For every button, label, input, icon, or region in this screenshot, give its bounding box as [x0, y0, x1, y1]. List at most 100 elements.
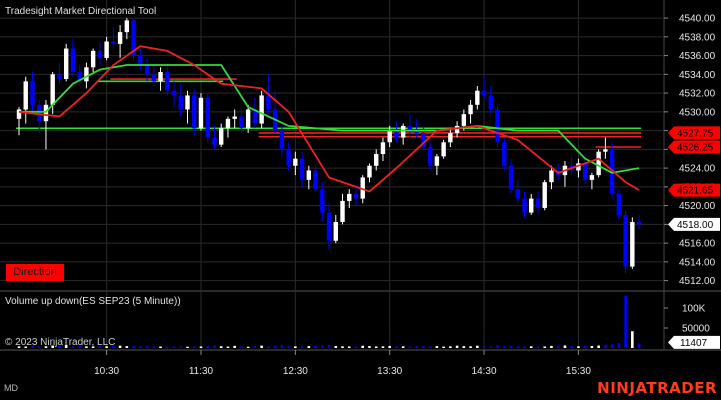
volume-bar [590, 346, 594, 348]
volume-bar [637, 343, 641, 348]
candle-body [630, 222, 635, 267]
volume-bar [597, 345, 600, 348]
x-tick-label: 10:30 [94, 366, 119, 377]
volume-bar [145, 345, 149, 348]
candle-body [340, 200, 345, 223]
corner-label: MD [4, 383, 18, 393]
copyright-text: © 2023 NinjaTrader, LLC [5, 337, 115, 348]
volume-bar [516, 346, 520, 348]
volume-bar [624, 295, 627, 348]
candle-body [427, 147, 433, 166]
y-tick-label: 4540.00 [679, 14, 716, 25]
candle-body [347, 193, 352, 201]
x-tick-label: 14:30 [472, 366, 497, 377]
volume-bar [300, 346, 304, 348]
candle-body [144, 64, 150, 75]
y-tick-label: 4516.00 [679, 239, 716, 250]
direction-button[interactable]: Direction [6, 264, 64, 281]
volume-bar [442, 346, 445, 348]
volume-bar [604, 344, 607, 348]
volume-bar [381, 346, 385, 348]
candle-body [542, 182, 547, 208]
volume-bar [523, 346, 526, 348]
volume-bar [374, 346, 378, 348]
y-tick-label: 4520.00 [679, 201, 716, 212]
candle-body [434, 156, 440, 166]
candle-body [326, 212, 332, 241]
candle-body [171, 90, 177, 96]
y-tick-label: 4530.00 [679, 107, 716, 118]
volume-bar [422, 346, 425, 348]
candle-body [23, 81, 28, 110]
candle-body [502, 142, 507, 166]
volume-tick-label: 100K [682, 304, 706, 315]
candle-body [387, 130, 392, 143]
volume-bar [334, 345, 338, 348]
volume-bar [152, 346, 156, 348]
volume-bar [314, 345, 317, 348]
level-lines [16, 78, 642, 148]
volume-bar [455, 345, 459, 348]
candle-body [37, 104, 42, 122]
volume-bar [476, 345, 479, 348]
candle-body [508, 165, 514, 190]
candle-body [232, 116, 237, 119]
candle-body [178, 95, 183, 110]
candle-body [57, 74, 62, 80]
volume-bar [219, 346, 223, 348]
candle-body [394, 130, 399, 138]
volume-bar [321, 345, 324, 348]
volume-bar [354, 346, 358, 348]
price-tag-label: 4527.75 [677, 128, 714, 139]
price-tag-label: 4526.25 [677, 143, 714, 154]
candle-body [293, 158, 298, 166]
x-tick-label: 13:30 [377, 366, 402, 377]
y-tick-label: 4524.00 [679, 164, 716, 175]
candle-body [535, 198, 541, 208]
volume-bar [401, 346, 405, 348]
volume-bar [165, 346, 169, 348]
ninjatrader-logo: NINJATRADER [597, 379, 717, 397]
candle-body [192, 95, 197, 129]
volume-bar [125, 346, 129, 348]
candle-body [151, 74, 156, 82]
volume-bar [577, 346, 580, 348]
candle-body [636, 222, 642, 225]
y-tick-label: 4536.00 [679, 51, 716, 62]
volume-bar [260, 345, 263, 348]
volume-bar [529, 346, 533, 348]
volume-bar [435, 346, 439, 348]
candle-body [475, 90, 480, 105]
candle-body [70, 48, 76, 72]
candles [16, 18, 642, 274]
candle-body [30, 81, 35, 105]
candle-body [286, 149, 291, 166]
volume-bar [631, 331, 634, 348]
volume-bar [617, 342, 621, 348]
y-tick-label: 4534.00 [679, 70, 716, 81]
volume-bar [469, 346, 472, 348]
volume-bar [550, 345, 553, 348]
volume-bar [192, 346, 196, 348]
candle-body [488, 95, 493, 110]
candle-body [225, 118, 231, 129]
candle-body [111, 41, 116, 44]
volume-bar [280, 345, 284, 348]
volume-bar [462, 346, 466, 348]
volume-bar [368, 346, 371, 348]
volume-bar [132, 345, 135, 348]
volume-bar [294, 346, 297, 348]
volume-bar [489, 346, 493, 348]
candle-body [198, 97, 204, 129]
volume-bar [139, 346, 142, 348]
candle-body [239, 116, 244, 129]
candle-body [481, 90, 487, 96]
volume-bar [226, 346, 230, 348]
x-tick-label: 11:30 [189, 366, 214, 377]
candle-body [596, 151, 601, 176]
candle-body [522, 198, 527, 213]
candle-body [549, 170, 554, 183]
volume-bar [233, 345, 236, 348]
candle-body [266, 95, 271, 110]
y-tick-label: 4532.00 [679, 89, 716, 100]
